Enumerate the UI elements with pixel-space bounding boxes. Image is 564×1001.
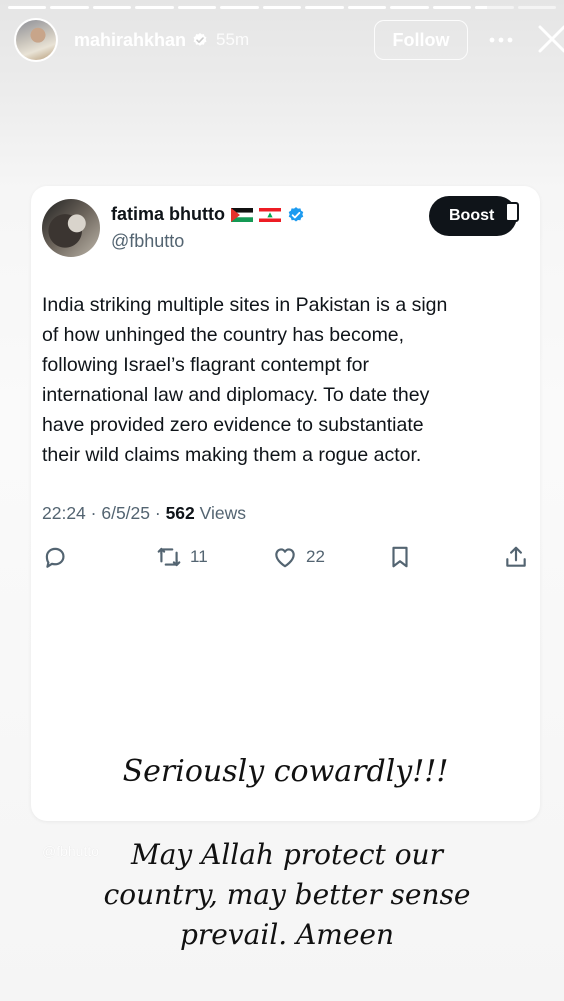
story-progress-fill <box>135 6 174 9</box>
story-progress-segment <box>390 6 429 9</box>
bookmark-button[interactable] <box>387 544 413 570</box>
share-button[interactable] <box>503 544 529 570</box>
story-progress-segment <box>347 6 387 9</box>
post-time: 55m <box>216 30 250 49</box>
story-progress-fill <box>305 6 344 9</box>
story-progress-segment <box>475 6 514 9</box>
story-progress-segment <box>8 6 47 9</box>
profile-photo <box>16 20 56 60</box>
story-progress-fill <box>92 6 132 9</box>
story-progress-segment <box>50 6 89 9</box>
tweet-text: India striking multiple sites in Pakista… <box>42 294 448 466</box>
story-progress-segment <box>262 6 302 9</box>
heart-icon <box>275 548 295 568</box>
story-progress-fill <box>347 6 387 9</box>
avatar[interactable] <box>14 18 58 62</box>
tweet-author-handle[interactable]: @fbhutto <box>111 231 184 252</box>
lebanon-flag-icon <box>259 207 281 222</box>
tweet-timestamp: 22:24 · 6/5/25 · <box>42 503 166 523</box>
like-button[interactable]: 22 <box>272 544 325 570</box>
story-caption-text: May Allah protect our country, may bette… <box>103 838 471 951</box>
story-progress-segment <box>517 6 557 9</box>
follow-button[interactable]: Follow <box>374 20 468 60</box>
share-icon <box>506 546 526 567</box>
retweet-count: 11 <box>190 547 208 566</box>
close-icon[interactable] <box>534 21 564 57</box>
boost-button[interactable]: Boost <box>429 196 517 236</box>
tweet-meta: 22:24 · 6/5/25 · 562 Views <box>42 503 246 524</box>
boost-tab-icon <box>505 202 519 222</box>
retweet-icon <box>157 547 181 567</box>
story-progress-fill <box>8 6 47 9</box>
views-label: Views <box>199 503 247 523</box>
story-progress-segment <box>92 6 132 9</box>
tweet-author-name[interactable]: fatima bhutto <box>111 204 225 225</box>
story-progress-segment <box>177 6 217 9</box>
story-progress-fill <box>262 6 302 9</box>
verified-badge-icon <box>288 206 304 222</box>
views-count: 562 <box>165 503 195 523</box>
story-progress-fill <box>177 6 217 9</box>
bookmark-icon <box>392 546 408 568</box>
story-header: mahirahkhan 55m Follow <box>14 18 564 62</box>
reply-icon <box>45 547 65 568</box>
story-progress-bar <box>8 6 557 9</box>
story-progress-segment <box>220 6 259 9</box>
story-progress-fill <box>390 6 429 9</box>
story-progress-segment <box>135 6 174 9</box>
tweet-author-avatar[interactable] <box>42 199 100 257</box>
retweet-button[interactable]: 11 <box>156 544 208 570</box>
story-progress-segment <box>432 6 472 9</box>
reply-button[interactable] <box>42 544 68 570</box>
verified-badge-icon <box>193 33 207 46</box>
story-progress-fill <box>475 6 487 9</box>
story-progress-segment <box>305 6 344 9</box>
palestine-flag-icon <box>231 207 253 222</box>
story-progress-fill <box>432 6 472 9</box>
tweet-author-row: fatima bhutto <box>111 204 305 225</box>
story-caption-text: Seriously cowardly!!! <box>122 754 449 789</box>
story-progress-fill <box>220 6 259 9</box>
story-progress-fill <box>50 6 89 9</box>
like-count: 22 <box>306 547 325 566</box>
more-options-icon[interactable] <box>484 25 518 55</box>
username[interactable]: mahirahkhan <box>74 30 186 51</box>
tweet-card[interactable]: fatima bhutto @fbhutto Boost India strik… <box>31 186 540 821</box>
